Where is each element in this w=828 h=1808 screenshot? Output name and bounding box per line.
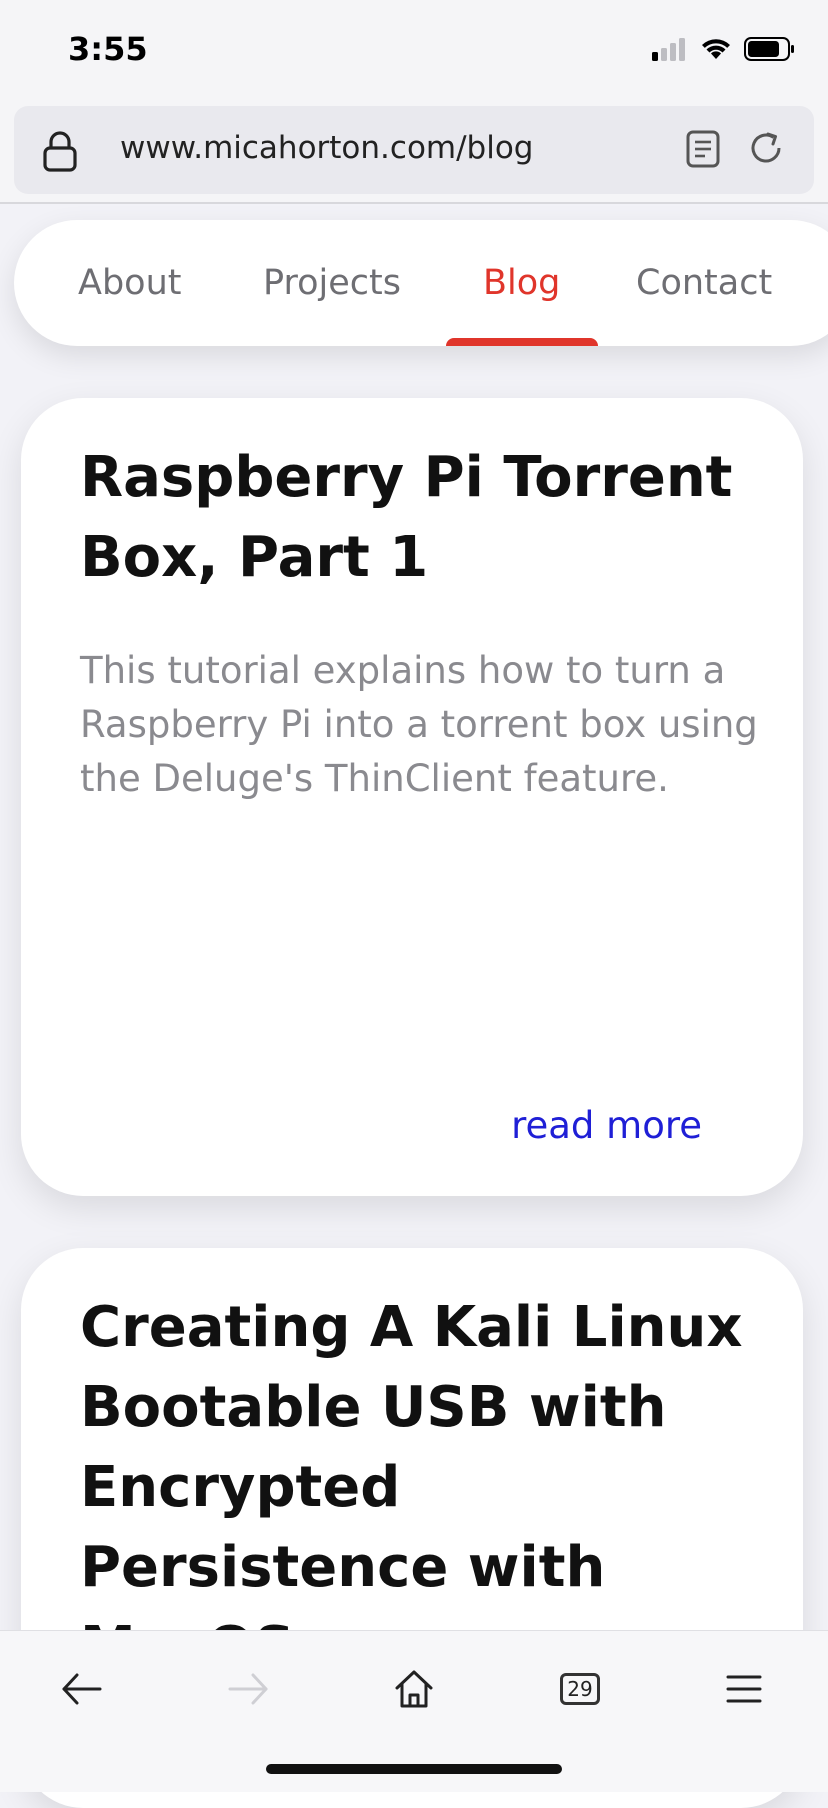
post-description: This tutorial explains how to turn a Ras…	[80, 649, 758, 800]
address-bar[interactable]: www.micahorton.com/blog	[14, 106, 814, 194]
nav-item-blog[interactable]: Blog	[483, 220, 560, 346]
home-indicator[interactable]	[266, 1764, 562, 1774]
nav-item-contact[interactable]: Contact	[636, 220, 772, 346]
nav-item-projects[interactable]: Projects	[263, 220, 401, 346]
reload-icon[interactable]	[746, 128, 786, 172]
post-title[interactable]: Creating A Kali Linux Bootable USB with …	[80, 1288, 760, 1688]
lock-icon[interactable]	[42, 130, 78, 176]
tabs-icon[interactable]: 29	[548, 1657, 612, 1721]
menu-icon[interactable]	[712, 1657, 776, 1721]
url-text[interactable]: www.micahorton.com/blog	[120, 130, 534, 166]
browser-address-area: www.micahorton.com/blog	[0, 100, 828, 204]
signal-icon	[652, 37, 688, 65]
reader-mode-icon[interactable]	[686, 130, 720, 172]
forward-arrow-icon[interactable]	[216, 1657, 280, 1721]
status-bar: 3:55	[0, 0, 828, 100]
status-icons	[652, 36, 796, 66]
active-nav-indicator	[446, 338, 598, 346]
wifi-icon	[700, 37, 732, 65]
battery-icon	[744, 36, 796, 66]
home-icon[interactable]	[382, 1657, 446, 1721]
nav-item-about[interactable]: About	[78, 220, 181, 346]
read-more-link[interactable]: read more	[511, 1104, 702, 1147]
status-time: 3:55	[68, 30, 148, 68]
post-card: Raspberry Pi Torrent Box, Part 1 This tu…	[21, 398, 803, 1196]
post-title[interactable]: Raspberry Pi Torrent Box, Part 1	[80, 438, 760, 598]
site-nav: About Projects Blog Contact	[14, 220, 828, 346]
back-arrow-icon[interactable]	[50, 1657, 114, 1721]
tab-count: 29	[560, 1673, 600, 1705]
